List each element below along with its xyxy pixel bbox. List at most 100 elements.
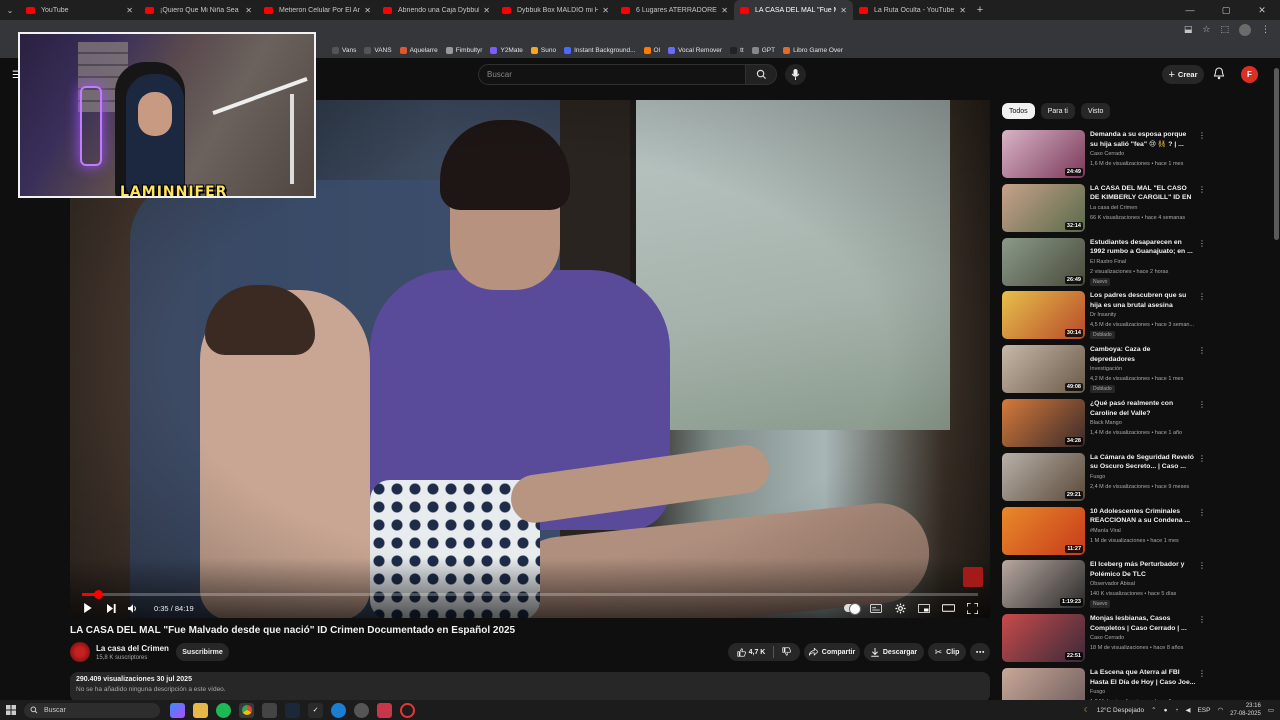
tray-chevron-icon[interactable]: ⌃	[1151, 706, 1156, 714]
recommendation-item[interactable]: 29:21 La Cámara de Seguridad Reveló su Os…	[1002, 452, 1206, 501]
dislike-button[interactable]	[782, 646, 792, 658]
more-vertical-icon[interactable]: ⋮	[1198, 346, 1206, 355]
winrar-icon[interactable]	[377, 702, 392, 718]
extensions-icon[interactable]: ⬚	[1220, 24, 1229, 36]
recommendation-thumbnail[interactable]: 22:51	[1002, 614, 1085, 663]
miniplayer-button[interactable]	[916, 598, 932, 618]
browser-menu-icon[interactable]: ⋮	[1261, 24, 1270, 36]
recommendation-thumbnail[interactable]: 30:14	[1002, 291, 1085, 340]
browser-tab[interactable]: Abriendo una Caja Dybbuk Ma✕	[377, 0, 496, 20]
recommendation-title[interactable]: Camboya: Caza de depredadores	[1090, 345, 1196, 364]
close-tab-icon[interactable]: ✕	[602, 6, 609, 15]
recommendation-thumbnail[interactable]: 1:19:23	[1002, 560, 1085, 609]
account-avatar[interactable]: F	[1241, 66, 1258, 83]
file-explorer-icon[interactable]	[193, 702, 208, 718]
new-tab-button[interactable]: +	[972, 4, 988, 16]
recommendation-title[interactable]: Demanda a su esposa porque su hija salió…	[1090, 130, 1196, 149]
more-vertical-icon[interactable]: ⋮	[1198, 454, 1206, 463]
recommendation-item[interactable]: 34:28 ¿Qué pasó realmente con Caroline de…	[1002, 399, 1206, 447]
spotify-icon[interactable]	[216, 702, 231, 718]
search-button[interactable]	[745, 64, 777, 85]
subscribe-button[interactable]: Suscribirme	[176, 643, 229, 661]
channel-name[interactable]: La casa del Crimen	[96, 644, 169, 653]
bookmark-item[interactable]: GPT	[751, 46, 775, 54]
filter-chip[interactable]: Visto	[1080, 103, 1111, 119]
recommendation-channel[interactable]: Black Mango	[1090, 420, 1122, 426]
page-scrollbar-thumb[interactable]	[1274, 68, 1279, 240]
channel-avatar[interactable]	[70, 642, 90, 662]
fullscreen-button[interactable]	[964, 598, 980, 618]
more-vertical-icon[interactable]: ⋮	[1198, 239, 1206, 248]
filter-chip[interactable]: Todos	[1002, 103, 1035, 119]
recommendation-thumbnail[interactable]: 11:27	[1002, 506, 1085, 555]
maximize-icon[interactable]: ▢	[1208, 5, 1244, 16]
recommendation-title[interactable]: Los padres descubren que su hija es una …	[1090, 291, 1196, 310]
channel-watermark[interactable]	[963, 567, 983, 587]
close-tab-icon[interactable]: ✕	[364, 6, 371, 15]
close-tab-icon[interactable]: ✕	[840, 6, 847, 15]
create-button[interactable]: + Crear	[1162, 65, 1204, 84]
language-indicator[interactable]: ESP	[1197, 707, 1210, 714]
more-vertical-icon[interactable]: ⋮	[1198, 669, 1206, 678]
recommendation-title[interactable]: La Cámara de Seguridad Reveló su Oscuro …	[1090, 453, 1196, 472]
recommendation-thumbnail[interactable]: 34:28	[1002, 399, 1085, 447]
recommendation-title[interactable]: LA CASA DEL MAL "EL CASO DE KIMBERLY CAR…	[1090, 184, 1196, 203]
subtitles-button[interactable]	[868, 598, 884, 618]
close-tab-icon[interactable]: ✕	[959, 6, 966, 15]
bookmark-item[interactable]: tt	[730, 46, 744, 54]
recommendation-title[interactable]: ¿Qué pasó realmente con Caroline del Val…	[1090, 399, 1196, 418]
recommendation-thumbnail[interactable]: 29:21	[1002, 452, 1085, 501]
progress-bar[interactable]	[82, 590, 978, 599]
more-vertical-icon[interactable]: ⋮	[1198, 185, 1206, 194]
download-button[interactable]: Descargar	[864, 643, 924, 661]
more-vertical-icon[interactable]: ⋮	[1198, 400, 1206, 409]
bookmark-item[interactable]: Fimbultyr	[445, 46, 482, 54]
install-app-icon[interactable]: ⬓	[1184, 24, 1193, 36]
recommendation-item[interactable]: 24:49 Demanda a su esposa porque su hija …	[1002, 130, 1206, 178]
recommendation-item[interactable]: 1:19:23 El Iceberg más Perturbador y Polé…	[1002, 560, 1206, 609]
recommendation-channel[interactable]: #Manía Viral	[1090, 528, 1121, 534]
taskbar-search[interactable]: Buscar	[24, 702, 160, 718]
more-actions-button[interactable]: ⋯	[970, 643, 990, 661]
notifications-button[interactable]	[1213, 67, 1225, 85]
close-tab-icon[interactable]: ✕	[245, 6, 252, 15]
recommendation-title[interactable]: Estudiantes desaparecen en 1992 rumbo a …	[1090, 238, 1196, 257]
bookmark-item[interactable]: Y2Mate	[490, 46, 523, 54]
recommendation-channel[interactable]: Dr Insanity	[1090, 312, 1116, 318]
recommendation-item[interactable]: 30:14 Los padres descubren que su hija es…	[1002, 291, 1206, 340]
like-button[interactable]: 4,7 K	[737, 647, 765, 657]
recommendation-title[interactable]: 10 Adolescentes Criminales REACCIONAN a …	[1090, 507, 1196, 526]
browser-tab[interactable]: LA CASA DEL MAL "Fue Malvac ✕	[734, 0, 853, 20]
recommendation-channel[interactable]: Fusgo	[1090, 689, 1105, 695]
bookmark-star-icon[interactable]: ☆	[1202, 24, 1210, 36]
tray-network-icon[interactable]: ◔	[1175, 707, 1179, 714]
browser-tab[interactable]: La Ruta Oculta - YouTube ✕	[853, 0, 972, 20]
close-tab-icon[interactable]: ✕	[721, 6, 728, 15]
notifications-tray-icon[interactable]: ▭	[1268, 706, 1274, 714]
recommendation-channel[interactable]: Caso Cerrado	[1090, 151, 1124, 157]
taskbar-clock[interactable]: 23:16 27-08-2025	[1230, 702, 1261, 718]
description-box[interactable]: 290.409 visualizaciones 30 jul 2025 No s…	[70, 672, 990, 702]
recommendation-item[interactable]: 49:08 Camboya: Caza de depredadores Invest…	[1002, 345, 1206, 394]
steam-icon[interactable]	[285, 702, 300, 718]
tray-volume-icon[interactable]: ◀	[1185, 706, 1190, 714]
recommendation-channel[interactable]: El Rastro Final	[1090, 259, 1126, 265]
bookmark-item[interactable]: Suno	[530, 46, 556, 54]
bookmark-item[interactable]: Libro Game Over	[783, 46, 843, 54]
voice-search-button[interactable]	[785, 64, 806, 85]
tab-search-menu-icon[interactable]: ⌄	[0, 0, 20, 20]
recommendation-title[interactable]: El Iceberg más Perturbador y Polémico De…	[1090, 560, 1196, 579]
start-button[interactable]	[0, 705, 22, 715]
more-vertical-icon[interactable]: ⋮	[1198, 131, 1206, 140]
volume-button[interactable]	[118, 598, 148, 618]
browser-profile-avatar[interactable]	[1239, 24, 1251, 36]
more-vertical-icon[interactable]: ⋮	[1198, 561, 1206, 570]
recommendation-thumbnail[interactable]: 49:08	[1002, 345, 1085, 394]
recommendation-item[interactable]: 32:14 LA CASA DEL MAL "EL CASO DE KIMBERL…	[1002, 183, 1206, 232]
opera-gx-icon[interactable]	[400, 702, 415, 718]
more-vertical-icon[interactable]: ⋮	[1198, 508, 1206, 517]
minimize-icon[interactable]: —	[1172, 5, 1208, 15]
filter-chip[interactable]: Para ti	[1040, 103, 1075, 119]
bookmark-item[interactable]: Vocal Remover	[668, 46, 722, 54]
recommendation-channel[interactable]: La casa del Crimen	[1090, 205, 1137, 211]
